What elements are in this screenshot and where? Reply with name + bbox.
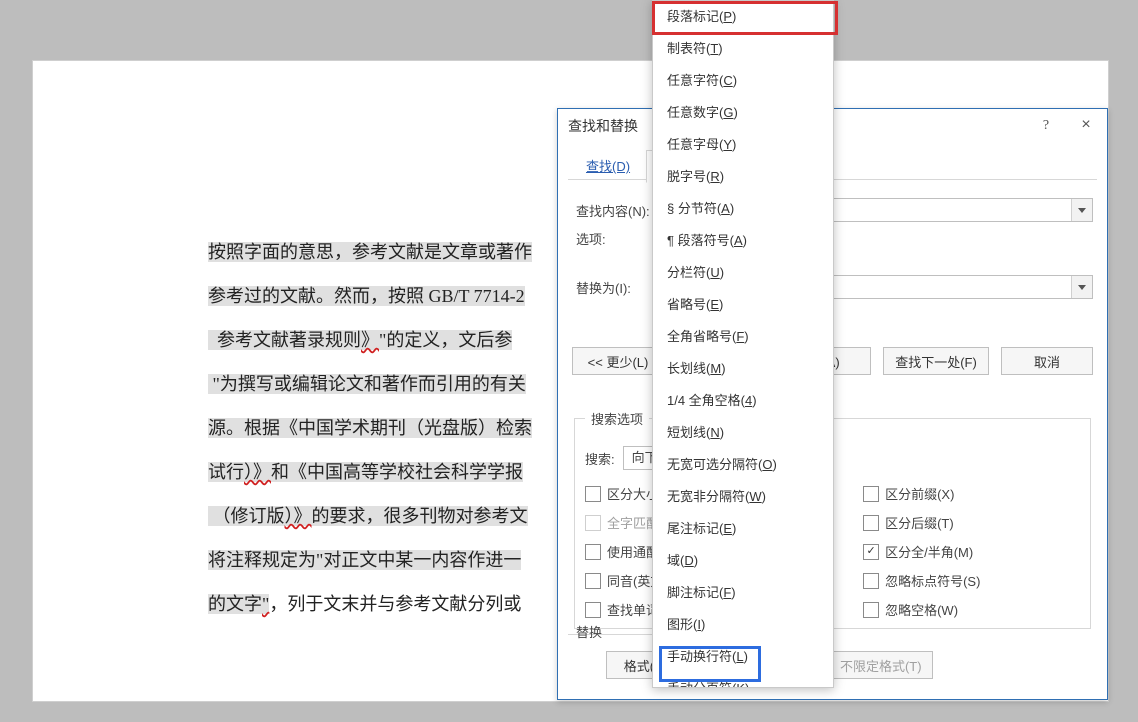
options-label: 选项: (576, 229, 656, 248)
menuitem-8[interactable]: 分栏符(U) (653, 257, 833, 289)
less-button[interactable]: << 更少(L) (572, 347, 664, 375)
menuitem-2[interactable]: 任意字符(C) (653, 65, 833, 97)
help-button[interactable]: ? (1029, 109, 1063, 143)
tab-find[interactable]: 查找(D) (574, 150, 642, 181)
menuitem-9[interactable]: 省略号(E) (653, 289, 833, 321)
full-half-width-checkbox[interactable]: 区分全/半角(M) (863, 542, 1100, 561)
find-what-label: 查找内容(N): (576, 201, 656, 220)
prefix-checkbox[interactable]: 区分前缀(X) (863, 484, 1100, 503)
menuitem-4[interactable]: 任意字母(Y) (653, 129, 833, 161)
close-button[interactable]: × (1069, 109, 1103, 143)
menuitem-3[interactable]: 任意数字(G) (653, 97, 833, 129)
menuitem-17[interactable]: 域(D) (653, 545, 833, 577)
document-selection: 按照字面的意思，参考文献是文章或著作 参考过的文献。然而，按照 GB/T 771… (208, 186, 583, 670)
menuitem-0[interactable]: 段落标记(P) (653, 1, 833, 33)
menuitem-18[interactable]: 脚注标记(F) (653, 577, 833, 609)
special-format-menu[interactable]: 段落标记(P)制表符(T)任意字符(C)任意数字(G)任意字母(Y)脱字号(R)… (652, 0, 834, 688)
search-options-legend: 搜索选项 (585, 409, 649, 428)
suffix-checkbox[interactable]: 区分后缀(T) (863, 513, 1100, 532)
menuitem-6[interactable]: § 分节符(A) (653, 193, 833, 225)
ignore-punct-checkbox[interactable]: 忽略标点符号(S) (863, 571, 1100, 590)
replace-section-label: 替换 (576, 622, 602, 641)
ignore-space-checkbox[interactable]: 忽略空格(W) (863, 600, 1100, 619)
menuitem-19[interactable]: 图形(I) (653, 609, 833, 641)
menuitem-7[interactable]: ¶ 段落符号(A) (653, 225, 833, 257)
menuitem-10[interactable]: 全角省略号(F) (653, 321, 833, 353)
search-direction-label: 搜索: (585, 449, 615, 468)
menuitem-16[interactable]: 尾注标记(E) (653, 513, 833, 545)
menuitem-21[interactable]: 手动分页符(K) (653, 673, 833, 688)
find-next-button[interactable]: 查找下一处(F) (883, 347, 989, 375)
menuitem-13[interactable]: 短划线(N) (653, 417, 833, 449)
cancel-button[interactable]: 取消 (1001, 347, 1093, 375)
menuitem-1[interactable]: 制表符(T) (653, 33, 833, 65)
app-stage: 按照字面的意思，参考文献是文章或著作 参考过的文献。然而，按照 GB/T 771… (0, 0, 1138, 722)
menuitem-11[interactable]: 长划线(M) (653, 353, 833, 385)
menuitem-14[interactable]: 无宽可选分隔符(O) (653, 449, 833, 481)
menuitem-15[interactable]: 无宽非分隔符(W) (653, 481, 833, 513)
menuitem-12[interactable]: 1/4 全角空格(4) (653, 385, 833, 417)
no-format-button: 不限定格式(T) (829, 651, 933, 679)
menuitem-20[interactable]: 手动换行符(L) (653, 641, 833, 673)
find-what-dropdown-icon[interactable] (1071, 199, 1092, 221)
replace-with-label: 替换为(I): (576, 278, 656, 297)
replace-with-dropdown-icon[interactable] (1071, 276, 1092, 298)
menuitem-5[interactable]: 脱字号(R) (653, 161, 833, 193)
